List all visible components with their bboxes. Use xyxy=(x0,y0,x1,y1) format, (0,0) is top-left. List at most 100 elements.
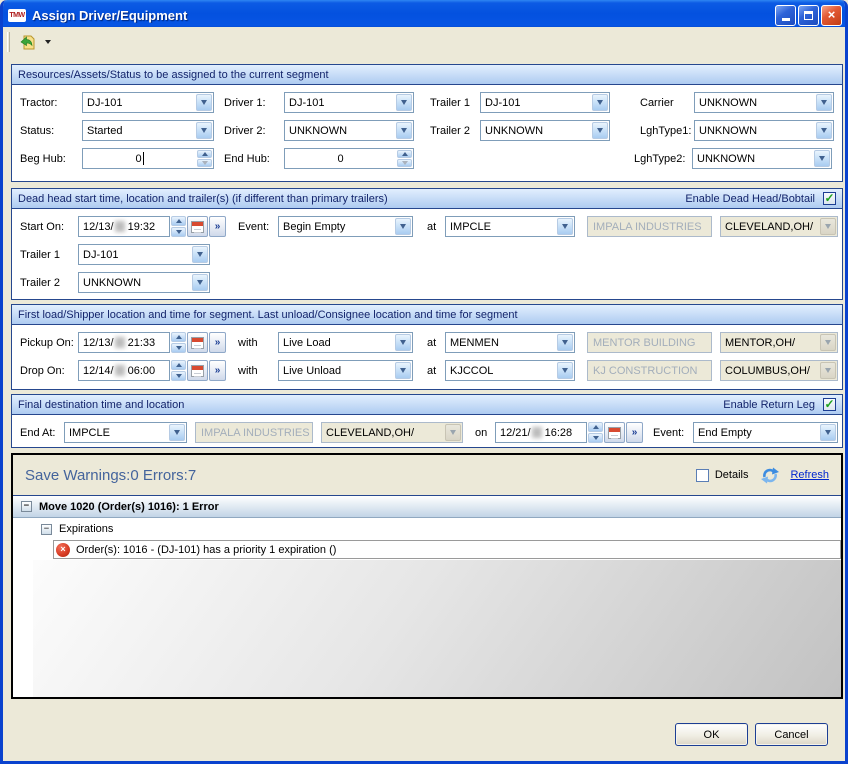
chevron-down-icon[interactable] xyxy=(395,362,411,379)
chevron-down-icon[interactable] xyxy=(557,334,573,351)
spin-up-icon[interactable] xyxy=(171,216,186,226)
end-date-input[interactable]: 12/21/16:28 xyxy=(495,422,587,443)
drop-event-select[interactable]: Live Unload xyxy=(278,360,413,381)
spin-down-icon[interactable] xyxy=(171,371,186,381)
spin-down-icon[interactable] xyxy=(171,343,186,353)
spin-up-icon[interactable] xyxy=(171,332,186,342)
drop-location-select[interactable]: KJCCOL xyxy=(445,360,575,381)
dh-trailer1-select[interactable]: DJ-101 xyxy=(78,244,210,265)
chevron-down-icon[interactable] xyxy=(196,94,212,111)
gradient-background xyxy=(33,560,841,697)
end-location-select[interactable]: IMPCLE xyxy=(64,422,187,443)
more-button[interactable]: » xyxy=(209,360,226,381)
trailer2-select[interactable]: UNKNOWN xyxy=(480,120,610,141)
trailer2-value: UNKNOWN xyxy=(481,121,591,140)
chevron-down-icon[interactable] xyxy=(814,150,830,167)
calendar-button[interactable] xyxy=(604,422,625,443)
calendar-button[interactable] xyxy=(187,360,208,381)
ok-button[interactable]: OK xyxy=(675,723,748,746)
carrier-label: Carrier xyxy=(640,97,694,109)
calendar-icon xyxy=(191,221,204,233)
enable-return-leg-checkbox[interactable]: ✓ xyxy=(823,398,836,411)
details-checkbox[interactable] xyxy=(696,469,709,482)
chevron-down-icon[interactable] xyxy=(196,122,212,139)
final-event-select[interactable]: End Empty xyxy=(693,422,838,443)
chevron-down-icon[interactable] xyxy=(395,334,411,351)
chevron-down-icon[interactable] xyxy=(816,122,832,139)
spin-down-icon[interactable] xyxy=(397,159,412,167)
start-date-input[interactable]: 12/13/19:32 xyxy=(78,216,170,237)
chevron-down-icon[interactable] xyxy=(192,274,208,291)
deadhead-event-select[interactable]: Begin Empty xyxy=(278,216,413,237)
move-error-group-row[interactable]: − Move 1020 (Order(s) 1016): 1 Error xyxy=(13,496,841,518)
chevron-down-icon[interactable] xyxy=(557,362,573,379)
end-date-value: 12/21/ xyxy=(500,427,531,439)
trailer1-select[interactable]: DJ-101 xyxy=(480,92,610,113)
chevron-down-icon[interactable] xyxy=(557,218,573,235)
tractor-select[interactable]: DJ-101 xyxy=(82,92,214,113)
collapse-icon[interactable]: − xyxy=(41,524,52,535)
lghtype1-select[interactable]: UNKNOWN xyxy=(694,120,834,141)
on-label: on xyxy=(475,427,495,439)
carrier-select[interactable]: UNKNOWN xyxy=(694,92,834,113)
error-item-row[interactable]: × Order(s): 1016 - (DJ-101) has a priori… xyxy=(53,540,841,559)
deadhead-location-select[interactable]: IMPCLE xyxy=(445,216,575,237)
more-button[interactable]: » xyxy=(626,422,643,443)
chevron-down-icon xyxy=(445,424,461,441)
chevron-down-icon[interactable] xyxy=(592,122,608,139)
beg-hub-stepper[interactable]: 0 xyxy=(82,148,214,169)
spin-down-icon[interactable] xyxy=(588,433,603,443)
spin-up-icon[interactable] xyxy=(171,360,186,370)
driver1-select[interactable]: DJ-101 xyxy=(284,92,414,113)
check-icon: ✓ xyxy=(824,398,834,410)
pickup-time-value: 21:33 xyxy=(128,337,156,349)
spin-up-icon[interactable] xyxy=(197,150,212,158)
more-button[interactable]: » xyxy=(209,216,226,237)
drop-on-label: Drop On: xyxy=(20,365,78,377)
collapse-icon[interactable]: − xyxy=(21,501,32,512)
refresh-icon[interactable] xyxy=(760,467,780,484)
chevron-down-icon[interactable] xyxy=(396,94,412,111)
chevron-down-icon[interactable] xyxy=(192,246,208,263)
chevron-down-icon[interactable] xyxy=(169,424,185,441)
toolbar-dropdown-caret-icon[interactable] xyxy=(45,40,51,44)
refresh-link[interactable]: Refresh xyxy=(790,469,829,481)
chevron-down-icon[interactable] xyxy=(816,94,832,111)
spin-up-icon[interactable] xyxy=(588,422,603,432)
calendar-button[interactable] xyxy=(187,332,208,353)
close-button[interactable]: × xyxy=(821,5,842,26)
spin-down-icon[interactable] xyxy=(171,227,186,237)
cancel-button[interactable]: Cancel xyxy=(755,723,828,746)
minimize-button[interactable] xyxy=(775,5,796,26)
deadhead-location-value: IMPCLE xyxy=(446,217,556,236)
maximize-button[interactable] xyxy=(798,5,819,26)
with-label: with xyxy=(238,337,278,349)
pickup-date-input[interactable]: 12/13/21:33 xyxy=(78,332,170,353)
enable-deadhead-checkbox[interactable]: ✓ xyxy=(823,192,836,205)
expirations-group-row[interactable]: − Expirations xyxy=(13,518,841,540)
trailer1-value: DJ-101 xyxy=(481,93,591,112)
calendar-button[interactable] xyxy=(187,216,208,237)
lghtype2-select[interactable]: UNKNOWN xyxy=(692,148,832,169)
drop-date-input[interactable]: 12/14/06:00 xyxy=(78,360,170,381)
chevron-down-icon[interactable] xyxy=(592,94,608,111)
more-button[interactable]: » xyxy=(209,332,226,353)
chevron-down-icon[interactable] xyxy=(820,424,836,441)
end-hub-stepper[interactable]: 0 xyxy=(284,148,414,169)
lghtype1-label: LghType1: xyxy=(640,125,694,137)
error-item-text: Order(s): 1016 - (DJ-101) has a priority… xyxy=(76,544,336,556)
form-row: End At: IMPCLE IMPALA INDUSTRIES CLEVELA… xyxy=(20,422,842,443)
status-select[interactable]: Started xyxy=(82,120,214,141)
details-group: Details Refresh xyxy=(696,467,829,484)
driver2-select[interactable]: UNKNOWN xyxy=(284,120,414,141)
spinner xyxy=(171,360,186,381)
dh-trailer2-select[interactable]: UNKNOWN xyxy=(78,272,210,293)
save-warnings-header: Save Warnings:0 Errors:7 Details Refresh xyxy=(13,455,841,496)
chevron-down-icon[interactable] xyxy=(395,218,411,235)
spin-down-icon[interactable] xyxy=(197,159,212,167)
pickup-event-select[interactable]: Live Load xyxy=(278,332,413,353)
open-report-button[interactable] xyxy=(15,30,41,54)
chevron-down-icon[interactable] xyxy=(396,122,412,139)
spin-up-icon[interactable] xyxy=(397,150,412,158)
pickup-location-select[interactable]: MENMEN xyxy=(445,332,575,353)
